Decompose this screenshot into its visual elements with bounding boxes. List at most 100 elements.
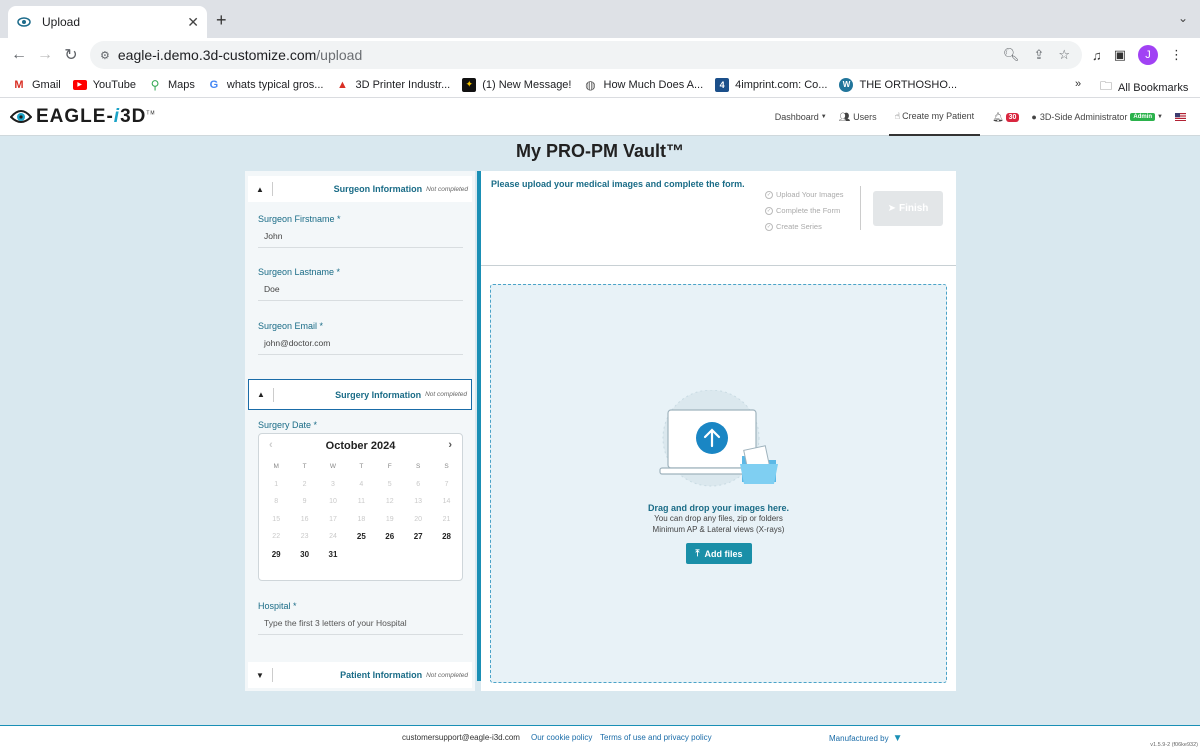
browser-menu-icon[interactable]: ⋮ bbox=[1170, 47, 1183, 63]
next-month-icon[interactable]: › bbox=[448, 439, 452, 451]
message-app-icon: ✦ bbox=[462, 77, 477, 92]
side-panel-icon[interactable]: ▣ bbox=[1114, 47, 1126, 63]
check-circle-icon: ✓ bbox=[765, 223, 773, 231]
more-bookmarks-icon[interactable]: » bbox=[1075, 78, 1081, 90]
calendar-day-disabled: 13 bbox=[414, 498, 423, 506]
notification-count-badge: 30 bbox=[1005, 112, 1020, 122]
cookie-policy-link[interactable]: Our cookie policy bbox=[531, 733, 592, 742]
bookmark-how-much[interactable]: ◍ How Much Does A... bbox=[584, 78, 703, 92]
bookmark-message[interactable]: ✦ (1) New Message! bbox=[462, 77, 572, 92]
upload-icon: ⤒ bbox=[695, 548, 700, 558]
surgeon-lastname-input[interactable]: Doe bbox=[258, 284, 463, 301]
calendar-day[interactable]: 28 bbox=[432, 528, 460, 546]
surgeon-firstname-field[interactable]: Surgeon Firstname * John bbox=[258, 214, 463, 248]
printer-logo-icon: ▲ bbox=[337, 78, 348, 91]
hospital-input[interactable]: Type the first 3 letters of your Hospita… bbox=[258, 618, 463, 635]
back-icon[interactable]: ← bbox=[6, 46, 32, 64]
calendar-day[interactable]: 26 bbox=[376, 528, 404, 546]
calendar-day-disabled: 12 bbox=[385, 498, 394, 506]
bookmark-google[interactable]: Gwhats typical gros... bbox=[207, 78, 324, 92]
surgeon-section-header[interactable]: ▲ Surgeon Information Not completed bbox=[248, 176, 472, 202]
calendar-day[interactable]: 31 bbox=[319, 546, 347, 564]
step-series: ✓ Create Series bbox=[765, 222, 822, 231]
nav-create-patient[interactable]: ☝ Create my Patient bbox=[888, 98, 981, 136]
surgeon-lastname-field[interactable]: Surgeon Lastname * Doe bbox=[258, 267, 463, 301]
surgery-section-header[interactable]: ▲ Surgery Information Not completed bbox=[248, 379, 472, 410]
surgeon-email-input[interactable]: john@doctor.com bbox=[258, 338, 463, 355]
maps-pin-icon: ⚲ bbox=[150, 77, 160, 92]
share-icon[interactable]: ⇪ bbox=[1033, 47, 1044, 63]
hospital-field[interactable]: Hospital * Type the first 3 letters of y… bbox=[258, 601, 463, 635]
section-status: Not completed bbox=[425, 391, 467, 398]
wordpress-icon: W bbox=[839, 77, 854, 92]
url-path: /upload bbox=[316, 47, 363, 63]
caret-down-icon: ▼ bbox=[820, 114, 827, 120]
eagle-i3d-logo[interactable]: EAGLE-i3DTM bbox=[10, 106, 156, 128]
expand-caret-icon[interactable]: ▼ bbox=[248, 671, 272, 680]
profile-avatar[interactable]: J bbox=[1138, 45, 1159, 65]
upload-illustration-icon bbox=[659, 390, 778, 487]
nav-notifications[interactable]: 🔔︎ 30 bbox=[992, 112, 1020, 123]
nav-users[interactable]: 👥︎ Users bbox=[839, 112, 877, 123]
eagle-eye-icon bbox=[10, 110, 32, 123]
all-bookmarks[interactable]: 🗀 All Bookmarks bbox=[1100, 77, 1188, 98]
calendar-day-disabled: 3 bbox=[331, 480, 335, 488]
calendar-day[interactable]: 30 bbox=[290, 546, 318, 564]
weekday-label: M bbox=[273, 463, 279, 471]
finish-button[interactable]: ➤ Finish bbox=[873, 191, 943, 226]
date-picker-calendar[interactable]: ‹ October 2024 › M T W T F S S 1 2 3 4 5 6 7 8 9 10 11 12 1… bbox=[258, 433, 463, 581]
step-form: ✓ Complete the Form bbox=[765, 206, 841, 215]
calendar-day-disabled: 6 bbox=[416, 480, 421, 488]
bookmark-4imprint[interactable]: 4 4imprint.com: Co... bbox=[715, 77, 827, 92]
weekday-label: S bbox=[444, 463, 449, 471]
calendar-day[interactable]: 29 bbox=[262, 546, 290, 564]
section-status: Not completed bbox=[426, 671, 468, 679]
patient-section-header[interactable]: ▼ Patient Information Not completed bbox=[248, 662, 472, 688]
add-files-button[interactable]: ⤒ Add files bbox=[686, 543, 752, 564]
bookmark-orthoshop[interactable]: W THE ORTHOSHO... bbox=[839, 77, 957, 92]
weekday-label: T bbox=[302, 463, 307, 471]
page-footer: customersupport@eagle-i3d.com Our cookie… bbox=[0, 725, 1200, 750]
calendar-day-disabled: 14 bbox=[442, 498, 451, 506]
support-email[interactable]: customersupport@eagle-i3d.com bbox=[402, 733, 520, 742]
media-queue-icon[interactable]: ♫ bbox=[1092, 48, 1102, 63]
calendar-day[interactable]: 25 bbox=[347, 528, 375, 546]
bookmark-maps[interactable]: ⚲ Maps bbox=[148, 78, 195, 92]
zoom-icon[interactable]: 🔍︎ bbox=[1003, 47, 1020, 63]
bookmark-gmail[interactable]: M Gmail bbox=[12, 78, 60, 92]
nav-dashboard[interactable]: Dashboard ▼ bbox=[775, 112, 827, 122]
forward-icon[interactable]: → bbox=[32, 46, 58, 64]
surgeon-email-field[interactable]: Surgeon Email * john@doctor.com bbox=[258, 321, 463, 355]
collapse-caret-icon[interactable]: ▲ bbox=[249, 390, 273, 399]
terms-link[interactable]: Terms of use and privacy policy bbox=[600, 733, 712, 742]
users-icon: 👥︎ bbox=[838, 111, 851, 122]
site-info-icon[interactable]: ⚙ bbox=[100, 49, 110, 62]
divider bbox=[272, 668, 273, 682]
tab-search-chevron-icon[interactable]: ⌄ bbox=[1178, 11, 1188, 25]
close-tab-icon[interactable]: ✕ bbox=[187, 14, 199, 31]
upload-header: Please upload your medical images and co… bbox=[481, 171, 956, 266]
file-dropzone[interactable]: Drag and drop your images here. You can … bbox=[490, 284, 947, 683]
bookmark-youtube[interactable]: ▶ YouTube bbox=[72, 79, 136, 91]
calendar-day-disabled: 15 bbox=[272, 515, 281, 523]
bookmarks-bar: M Gmail ▶ YouTube ⚲ Maps Gwhats typical gro… bbox=[0, 72, 1200, 98]
calendar-grid: M T W T F S S 1 2 3 4 5 6 7 8 9 10 11 12 13 14 15 16 17 18 19 20 21… bbox=[259, 458, 462, 563]
field-label: Surgery Date * bbox=[258, 420, 318, 430]
calendar-day-disabled: 4 bbox=[359, 480, 364, 488]
calendar-day-disabled: 24 bbox=[329, 533, 337, 541]
calendar-day[interactable]: 27 bbox=[404, 528, 432, 546]
address-bar[interactable]: ⚙ eagle-i.demo.3d-customize.com/upload 🔍… bbox=[90, 41, 1082, 69]
language-flag-icon[interactable] bbox=[1175, 113, 1186, 121]
surgeon-firstname-input[interactable]: John bbox=[258, 231, 463, 248]
bookmark-3d-printer[interactable]: ▲ 3D Printer Industr... bbox=[335, 78, 450, 92]
step-upload: ✓ Upload Your Images bbox=[765, 190, 844, 199]
manufactured-by[interactable]: Manufactured by ▼ bbox=[829, 733, 903, 744]
nav-user-menu[interactable]: ● 3D-Side Administrator Admin ▼ bbox=[1031, 112, 1163, 122]
new-tab-icon[interactable]: + bbox=[216, 11, 227, 29]
calendar-day-disabled: 20 bbox=[414, 515, 423, 523]
bookmark-star-icon[interactable]: ☆ bbox=[1058, 47, 1070, 63]
reload-icon[interactable]: ↻ bbox=[58, 45, 84, 65]
collapse-caret-icon[interactable]: ▲ bbox=[248, 185, 272, 194]
browser-tab[interactable]: Upload ✕ bbox=[8, 6, 207, 38]
url-host: eagle-i.demo.3d-customize.com bbox=[117, 47, 317, 63]
